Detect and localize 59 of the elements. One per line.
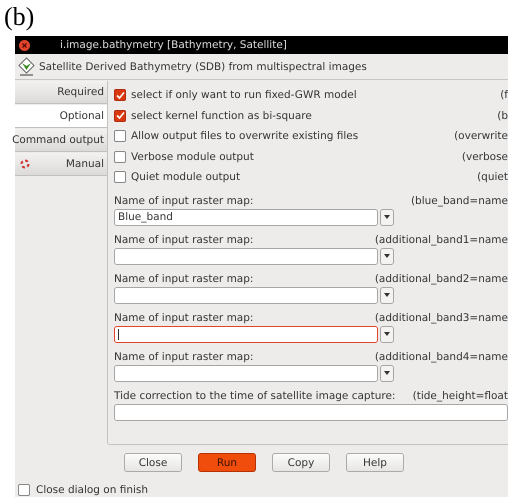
- module-description: Satellite Derived Bathymetry (SDB) from multispectral images: [39, 60, 367, 72]
- input-field[interactable]: [114, 286, 378, 304]
- field-label: Name of input raster map:: [114, 234, 254, 246]
- dialog-button[interactable]: Close: [124, 453, 182, 472]
- tab[interactable]: Command output: [15, 129, 107, 152]
- checkbox[interactable]: [114, 150, 126, 163]
- option-label: select kernel function as bi-square: [131, 110, 312, 122]
- dropdown-button[interactable]: [380, 208, 394, 226]
- dialog-button[interactable]: Run: [198, 453, 256, 472]
- dialog-button[interactable]: Copy: [272, 453, 330, 472]
- option-label: Verbose module output: [131, 150, 254, 163]
- logo-icon: [18, 57, 35, 76]
- caret-icon: [384, 332, 390, 336]
- option-label: select if only want to run fixed-GWR model: [131, 89, 357, 102]
- dropdown-button[interactable]: [380, 286, 394, 304]
- checkbox[interactable]: [114, 171, 126, 184]
- input-field[interactable]: [114, 404, 508, 420]
- input-field[interactable]: [114, 364, 378, 382]
- tab[interactable]: Manual: [15, 153, 107, 176]
- close-icon[interactable]: [19, 40, 30, 50]
- dropdown-button[interactable]: [380, 364, 394, 382]
- parameter-name: (additional_band2=name: [374, 272, 508, 284]
- tab[interactable]: Required: [15, 81, 107, 104]
- caret-icon: [384, 254, 390, 258]
- figure-label: (b): [3, 1, 34, 33]
- flag-name: (verbose: [462, 150, 508, 163]
- field-label: Tide correction to the time of satellite image capture:: [114, 390, 396, 402]
- tab[interactable]: Optional: [15, 105, 107, 128]
- dropdown-button[interactable]: [380, 248, 394, 264]
- flag-name: (f: [500, 89, 508, 102]
- caret-icon: [384, 215, 390, 219]
- dropdown-button[interactable]: [380, 326, 394, 342]
- dialog-button[interactable]: Help: [346, 453, 404, 472]
- parameter-name: (tide_height=float: [412, 390, 508, 402]
- option-label: Quiet module output: [131, 171, 240, 184]
- flag-name: (b: [497, 110, 508, 122]
- checkbox-label: Close dialog on finish: [36, 484, 148, 496]
- checkbox[interactable]: [114, 130, 126, 142]
- caret-icon: [384, 371, 390, 375]
- parameter-name: (blue_band=name: [410, 194, 508, 206]
- option-label: Allow output files to overwrite existing files: [131, 130, 358, 142]
- lifebuoy-icon: [20, 159, 30, 169]
- parameter-name: (additional_band1=name: [374, 234, 508, 246]
- parameter-name: (additional_band3=name: [374, 312, 508, 324]
- flag-name: (overwrite: [454, 130, 508, 142]
- window-title: i.image.bathymetry [Bathymetry, Satellite]: [60, 39, 287, 51]
- checkbox[interactable]: [114, 110, 126, 122]
- field-label: Name of input raster map:: [114, 272, 254, 284]
- caret-icon: [384, 293, 390, 297]
- input-field[interactable]: [114, 248, 378, 264]
- input-field[interactable]: Blue_band: [114, 208, 378, 226]
- checkbox[interactable]: [18, 484, 30, 496]
- checkbox[interactable]: [114, 89, 126, 102]
- flag-name: (quiet: [477, 171, 508, 184]
- parameter-name: (additional_band4=name: [374, 350, 508, 362]
- field-label: Name of input raster map:: [114, 350, 254, 362]
- field-label: Name of input raster map:: [114, 312, 254, 324]
- field-label: Name of input raster map:: [114, 194, 254, 206]
- input-field[interactable]: [114, 326, 378, 342]
